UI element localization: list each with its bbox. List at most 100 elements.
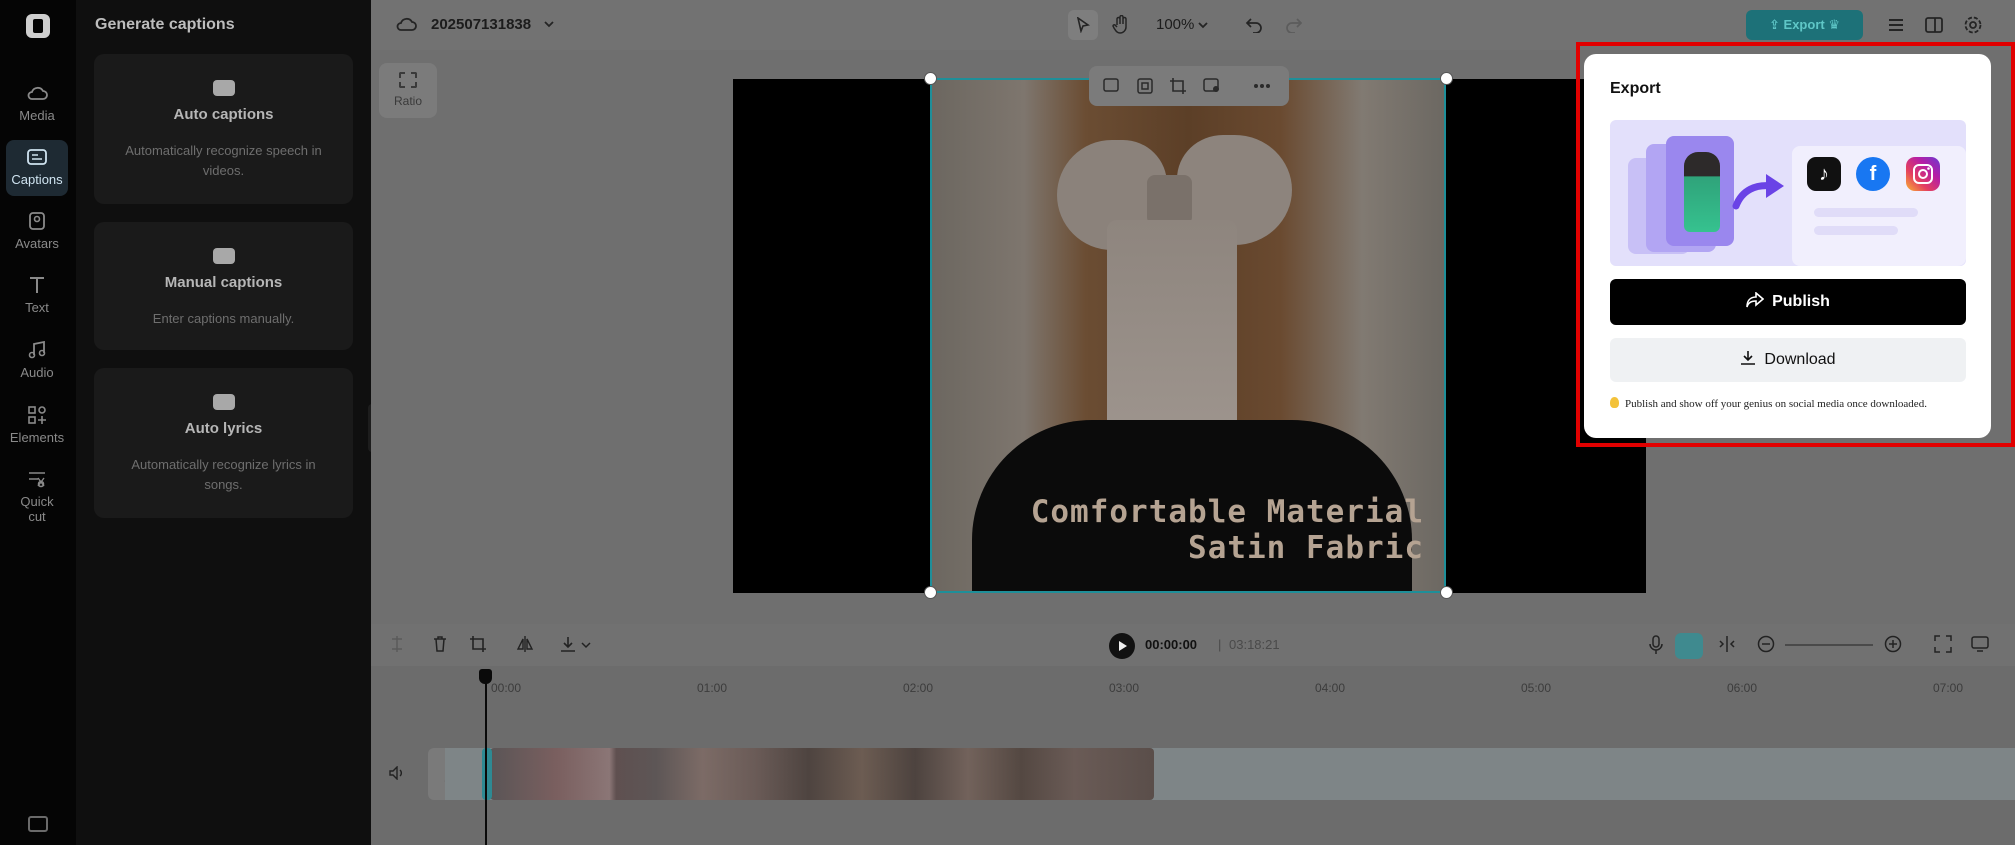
undo-icon[interactable]: [1245, 15, 1263, 33]
flip-icon[interactable]: [516, 635, 534, 653]
card-desc: Enter captions manually.: [152, 311, 295, 326]
zoom-out-icon[interactable]: [1757, 635, 1775, 653]
bow-knot: [1147, 175, 1192, 225]
manual-captions-card[interactable]: Manual captions Enter captions manually.: [94, 222, 353, 350]
cloud-save-icon[interactable]: [395, 15, 417, 33]
card-desc: Automatically recognize speech in videos…: [125, 143, 322, 178]
preview-icon[interactable]: [1971, 635, 1989, 653]
project-name[interactable]: 202507131838: [431, 16, 531, 33]
lightbulb-icon: [1610, 397, 1619, 408]
cc-icon: [212, 80, 235, 96]
ratio-label: Ratio: [393, 94, 422, 108]
cursor-icon: [1076, 17, 1090, 33]
left-rail: Media Captions Avatars Text Audio Elemen…: [0, 0, 76, 845]
zoom-in-icon[interactable]: [1884, 635, 1902, 653]
more-icon[interactable]: [1253, 83, 1271, 89]
instagram-icon: [1906, 157, 1940, 191]
time-separator: |: [1218, 637, 1222, 652]
auto-captions-card[interactable]: Auto captions Automatically recognize sp…: [94, 54, 353, 204]
gear-icon[interactable]: [1963, 15, 1983, 35]
layers-icon[interactable]: [1886, 15, 1906, 35]
play-button[interactable]: [1109, 633, 1135, 659]
scissors-icon: [29, 472, 45, 488]
share-icon: [1746, 291, 1765, 308]
rail-item-quick-cut[interactable]: Quick cut: [6, 462, 68, 532]
playhead[interactable]: [485, 670, 487, 845]
download-button[interactable]: Download: [1610, 338, 1966, 382]
redo-icon[interactable]: [1285, 15, 1303, 33]
layout-icon[interactable]: [1924, 15, 1944, 35]
total-time: 03:18:21: [1229, 637, 1280, 652]
zoom-slider[interactable]: [1785, 644, 1873, 646]
ruler-tick: 06:00: [1727, 681, 1758, 695]
rail-label-text: Text: [25, 300, 49, 315]
resize-handle[interactable]: [1440, 586, 1453, 599]
download-label: Download: [1764, 351, 1836, 368]
avatar-icon: [29, 212, 45, 230]
rail-item-text[interactable]: Text: [6, 268, 68, 324]
export-label: Export: [1783, 17, 1825, 32]
select-tool-button[interactable]: [1068, 10, 1098, 40]
resize-handle[interactable]: [924, 72, 937, 85]
zoom-chevron-icon[interactable]: [1197, 19, 1209, 31]
card-title: Auto captions: [173, 106, 274, 123]
split-screen-icon[interactable]: [1718, 635, 1736, 653]
rail-item-elements[interactable]: Elements: [6, 398, 68, 454]
export-icon: ⇪: [1769, 17, 1784, 32]
rail-label-media: Media: [19, 108, 55, 123]
promo-line: [1814, 208, 1918, 217]
rail-item-captions[interactable]: Captions: [6, 140, 68, 196]
rail-label-elements: Elements: [9, 430, 65, 445]
download-icon: [1741, 351, 1756, 365]
hand-icon[interactable]: [1112, 15, 1130, 35]
arrow-icon: [1732, 174, 1784, 210]
ruler-tick: 02:00: [903, 681, 934, 695]
ruler-tick: 01:00: [697, 681, 728, 695]
auto-lyrics-card[interactable]: Auto lyrics Automatically recognize lyri…: [94, 368, 353, 518]
publish-button[interactable]: Publish: [1610, 279, 1966, 325]
ratio-button[interactable]: Ratio: [379, 63, 437, 118]
captions-icon: [27, 149, 47, 165]
rail-item-avatars[interactable]: Avatars: [6, 204, 68, 260]
zoom-level[interactable]: 100%: [1156, 16, 1194, 33]
volume-icon[interactable]: [389, 766, 405, 780]
cloud-icon: [27, 86, 48, 100]
export-popup: Export ♪ f Publish Download Publish and …: [1584, 54, 1991, 438]
app-logo-icon[interactable]: [26, 14, 50, 38]
video-preview[interactable]: Comfortable Material Satin Fabric: [930, 78, 1446, 593]
magnet-toggle[interactable]: [1675, 633, 1703, 659]
elements-icon: [28, 406, 46, 424]
microphone-icon[interactable]: [1648, 635, 1664, 655]
keyboard-icon[interactable]: [28, 816, 48, 832]
delete-icon[interactable]: [432, 635, 448, 653]
background-icon[interactable]: [1203, 78, 1221, 94]
clip-trim-handle[interactable]: [482, 748, 492, 800]
captions-panel: Generate captions Auto captions Automati…: [76, 0, 371, 845]
resize-handle[interactable]: [924, 586, 937, 599]
fit-icon[interactable]: [1934, 635, 1952, 653]
instagram-glyph: [1913, 164, 1933, 184]
panel-title: Generate captions: [95, 16, 235, 33]
card-title: Auto lyrics: [184, 420, 263, 437]
caption-line-2[interactable]: Satin Fabric: [1188, 530, 1424, 566]
music-icon: [28, 341, 46, 359]
export-button[interactable]: ⇪ Export ♛: [1746, 10, 1863, 40]
split-icon[interactable]: [389, 635, 405, 653]
mask-icon[interactable]: [1137, 78, 1153, 94]
rail-item-media[interactable]: Media: [6, 76, 68, 132]
caption-line-1[interactable]: Comfortable Material: [1031, 494, 1424, 530]
tip-text: Publish and show off your genius on soci…: [1610, 397, 1970, 410]
replace-icon[interactable]: [1103, 78, 1121, 94]
chevron-down-icon[interactable]: [543, 18, 555, 30]
video-clip-strip[interactable]: [490, 748, 1154, 800]
person-figure: [1684, 152, 1720, 232]
crop-icon[interactable]: [1169, 77, 1187, 95]
rail-label-captions: Captions: [11, 172, 63, 187]
download-frame-icon[interactable]: [559, 635, 577, 653]
chevron-down-icon[interactable]: [581, 641, 591, 649]
rail-item-audio[interactable]: Audio: [6, 333, 68, 389]
resize-handle[interactable]: [1440, 72, 1453, 85]
lyrics-icon: [212, 394, 235, 410]
crop-timeline-icon[interactable]: [469, 635, 487, 653]
crown-icon: ♛: [1824, 17, 1840, 32]
